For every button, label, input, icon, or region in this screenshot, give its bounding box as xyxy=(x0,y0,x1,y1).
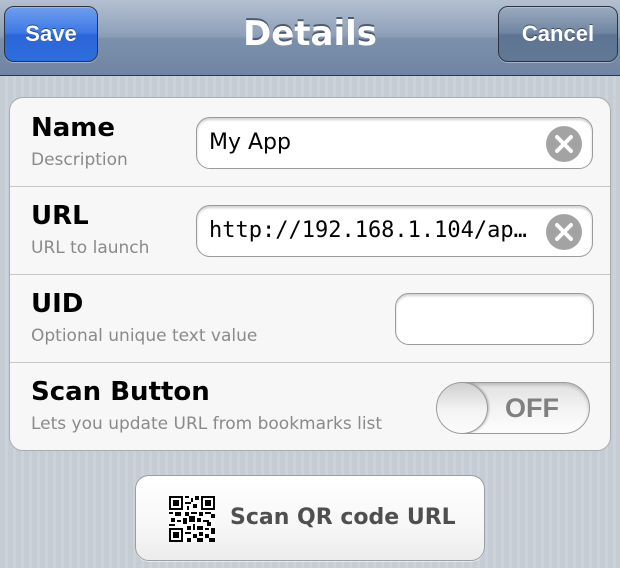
uid-field[interactable] xyxy=(395,293,594,345)
scan-button-toggle[interactable]: OFF xyxy=(436,382,590,434)
details-form-group: Name Description My App URL URL to launc… xyxy=(9,97,611,451)
toggle-state-label: OFF xyxy=(505,393,559,423)
navigation-bar: Save Details Cancel xyxy=(0,0,620,76)
qr-code-icon xyxy=(169,496,215,542)
name-row: Name Description My App xyxy=(10,98,610,186)
name-field[interactable]: My App xyxy=(196,117,593,169)
url-field-value: http://192.168.1.104/ap… xyxy=(209,218,527,243)
scan-qr-code-label: Scan QR code URL xyxy=(230,505,456,530)
url-sublabel: URL to launch xyxy=(31,238,150,258)
uid-label: UID xyxy=(31,289,84,319)
uid-row: UID Optional unique text value xyxy=(10,274,610,362)
scan-qr-code-button[interactable]: Scan QR code URL xyxy=(135,475,485,561)
toggle-knob[interactable] xyxy=(437,383,488,433)
scan-button-sublabel: Lets you update URL from bookmarks list xyxy=(31,414,383,434)
url-label: URL xyxy=(31,201,89,231)
clear-name-icon[interactable] xyxy=(546,126,582,162)
name-field-value: My App xyxy=(209,130,291,155)
url-row: URL URL to launch http://192.168.1.104/a… xyxy=(10,186,610,274)
cancel-button[interactable]: Cancel xyxy=(498,6,618,62)
clear-url-icon[interactable] xyxy=(546,214,582,250)
name-label: Name xyxy=(31,113,116,143)
uid-sublabel: Optional unique text value xyxy=(31,326,258,346)
name-sublabel: Description xyxy=(31,150,128,170)
scan-button-row: Scan Button Lets you update URL from boo… xyxy=(10,362,610,450)
scan-button-label: Scan Button xyxy=(31,377,210,407)
url-field[interactable]: http://192.168.1.104/ap… xyxy=(196,205,593,257)
